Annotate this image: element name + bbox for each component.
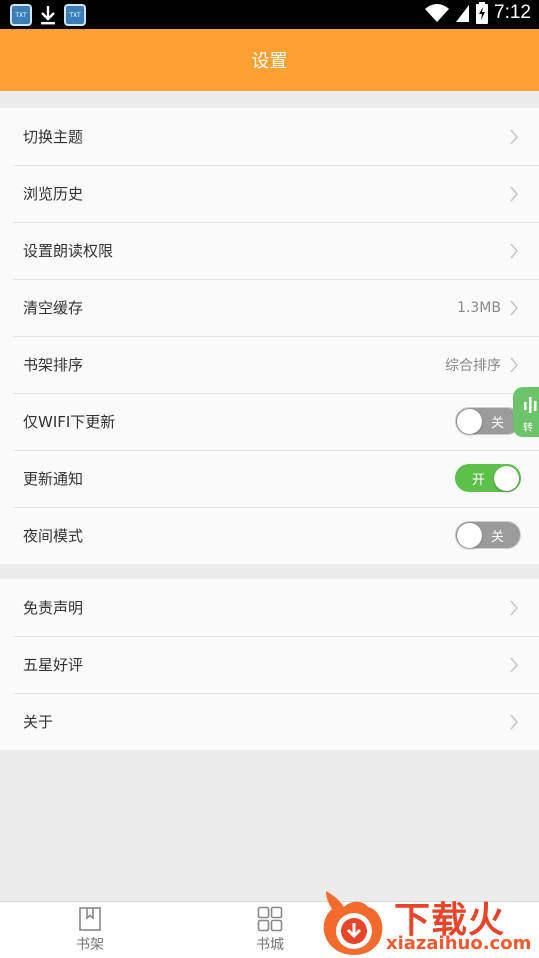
floating-voice-widget[interactable]: 转 xyxy=(513,387,539,437)
signal-icon xyxy=(456,5,470,22)
wifi-icon xyxy=(425,4,450,22)
bookshelf-icon xyxy=(79,907,101,931)
nav-label: 书架 xyxy=(76,937,104,953)
setting-row-rate-five-stars[interactable]: 五星好评 xyxy=(0,636,539,693)
settings-group-1: 切换主题 浏览历史 设置朗读权限 清空缓存 1.3MB 书架排序 综合排序 仅W… xyxy=(0,108,539,564)
nav-item-bookstore[interactable]: 书城 xyxy=(240,906,300,954)
download-icon xyxy=(41,6,55,25)
setting-row-night-mode: 夜间模式 关 xyxy=(0,507,539,564)
setting-label: 关于 xyxy=(23,713,54,731)
chevron-right-icon xyxy=(510,129,519,145)
sound-wave-icon xyxy=(524,397,537,413)
battery-charging-icon xyxy=(476,2,489,24)
grid-icon xyxy=(257,906,283,932)
nav-label: 书城 xyxy=(256,937,284,953)
setting-row-shelf-sort[interactable]: 书架排序 综合排序 xyxy=(0,336,539,393)
sort-mode-value: 综合排序 xyxy=(445,357,501,374)
toggle-text: 关 xyxy=(490,416,504,431)
setting-row-clear-cache[interactable]: 清空缓存 1.3MB xyxy=(0,279,539,336)
app-icon-text: TXT xyxy=(15,11,27,19)
wifi-only-toggle[interactable]: 关 xyxy=(455,407,521,435)
setting-row-theme[interactable]: 切换主题 xyxy=(0,108,539,165)
setting-label: 五星好评 xyxy=(23,656,84,674)
setting-label: 清空缓存 xyxy=(23,299,84,317)
toggle-knob xyxy=(457,523,482,548)
setting-label: 设置朗读权限 xyxy=(23,242,114,260)
toggle-text: 关 xyxy=(490,530,504,545)
setting-label: 免责声明 xyxy=(23,599,84,617)
watermark-logo: 下载火 xiazaihuo.com xyxy=(318,885,539,958)
page-title: 设置 xyxy=(251,51,288,72)
setting-label: 更新通知 xyxy=(23,470,84,488)
chevron-right-icon xyxy=(510,657,519,673)
setting-label: 浏览历史 xyxy=(23,185,84,203)
settings-group-2: 免责声明 五星好评 关于 xyxy=(0,579,539,750)
app-notification-icon: TXT xyxy=(64,4,86,26)
chevron-right-icon xyxy=(510,357,519,373)
night-mode-toggle[interactable]: 关 xyxy=(455,521,521,549)
setting-row-read-aloud-permission[interactable]: 设置朗读权限 xyxy=(0,222,539,279)
setting-label: 仅WIFI下更新 xyxy=(23,413,116,431)
nav-item-bookshelf[interactable]: 书架 xyxy=(60,906,120,954)
setting-row-history[interactable]: 浏览历史 xyxy=(0,165,539,222)
status-bar: TXT TXT 7:12 xyxy=(0,0,539,29)
chevron-right-icon xyxy=(510,243,519,259)
toggle-knob xyxy=(457,409,482,434)
toggle-knob xyxy=(494,466,519,491)
setting-row-disclaimer[interactable]: 免责声明 xyxy=(0,579,539,636)
setting-label: 书架排序 xyxy=(23,356,84,374)
setting-label: 夜间模式 xyxy=(23,527,84,545)
app-notification-icon: TXT xyxy=(10,4,32,26)
cache-size-value: 1.3MB xyxy=(457,299,501,316)
chevron-right-icon xyxy=(510,714,519,730)
floating-widget-label: 转 xyxy=(523,423,533,434)
update-notification-toggle[interactable]: 开 xyxy=(455,464,521,492)
setting-row-about[interactable]: 关于 xyxy=(0,693,539,750)
chevron-right-icon xyxy=(510,186,519,202)
toggle-text: 开 xyxy=(472,473,486,488)
chevron-right-icon xyxy=(510,300,519,316)
setting-row-wifi-only-update: 仅WIFI下更新 关 xyxy=(0,393,539,450)
flame-logo-icon xyxy=(323,891,383,955)
chevron-right-icon xyxy=(510,600,519,616)
setting-row-update-notification: 更新通知 开 xyxy=(0,450,539,507)
app-icon-text: TXT xyxy=(69,11,81,19)
status-clock: 7:12 xyxy=(494,2,531,23)
title-bar: 设置 xyxy=(0,29,539,91)
watermark-url: xiazaihuo.com xyxy=(386,933,532,954)
setting-label: 切换主题 xyxy=(23,128,84,146)
